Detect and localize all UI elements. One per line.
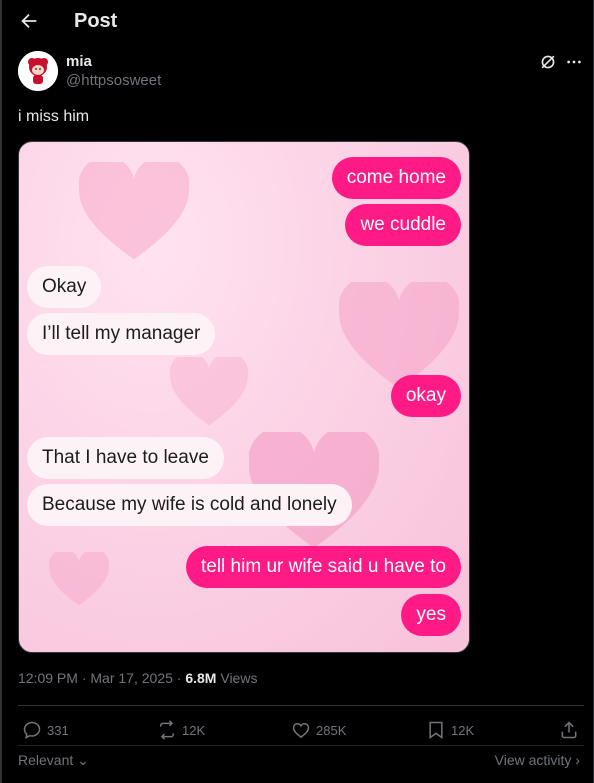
bookmark-icon <box>429 721 443 739</box>
repost-button[interactable]: 12K <box>157 720 205 740</box>
view-activity-link[interactable]: View activity › <box>495 752 580 768</box>
arrow-left-icon <box>21 13 37 29</box>
header: Post <box>0 0 594 44</box>
repost-icon <box>160 720 174 740</box>
views-label: Views <box>220 670 258 686</box>
heart-icon <box>292 723 310 738</box>
share-button[interactable] <box>559 720 584 740</box>
sort-dropdown[interactable]: Relevant ⌄ <box>18 752 89 769</box>
avatar[interactable] <box>18 51 58 91</box>
divider <box>18 705 584 706</box>
post-time[interactable]: 12:09 PM <box>18 670 78 686</box>
chat-bubble-sent: tell him ur wife said u have to <box>185 546 461 588</box>
post-text: i miss him <box>18 108 90 125</box>
more-options-icon[interactable] <box>565 53 583 71</box>
chat-bubble-received: Because my wife is cold and lonely <box>27 484 352 526</box>
author-name[interactable]: mia <box>66 53 92 70</box>
left-border <box>0 0 2 783</box>
bookmark-button[interactable]: 12K <box>426 720 474 740</box>
reply-count: 331 <box>47 722 69 738</box>
sort-label: Relevant <box>18 752 74 768</box>
divider <box>18 745 584 746</box>
back-button[interactable] <box>18 10 40 32</box>
share-icon <box>561 721 577 739</box>
chat-bubble-received: That I have to leave <box>27 437 224 479</box>
post-meta: 12:09 PM · Mar 17, 2025 · 6.8M Views <box>18 670 258 686</box>
grok-icon[interactable] <box>539 53 557 71</box>
view-activity-label: View activity <box>494 752 572 768</box>
repost-count: 12K <box>182 722 206 738</box>
chevron-down-icon: ⌄ <box>77 752 89 768</box>
chat-bubble-received: I’ll tell my manager <box>27 313 216 355</box>
like-count: 285K <box>316 722 347 738</box>
author-handle[interactable]: @httpsosweet <box>66 72 161 89</box>
chevron-right-icon: › <box>575 752 580 768</box>
bookmark-count: 12K <box>451 722 475 738</box>
post-date[interactable]: Mar 17, 2025 <box>90 670 173 686</box>
reply-button[interactable]: 331 <box>22 720 69 740</box>
like-button[interactable]: 285K <box>291 720 346 740</box>
chat-bubble-sent: yes <box>401 594 461 636</box>
post-image[interactable]: come home we cuddle Okay I’ll tell my ma… <box>18 141 470 653</box>
heart-decoration <box>79 162 189 260</box>
avatar-image <box>18 51 58 91</box>
reply-icon <box>23 721 41 739</box>
page-title: Post <box>74 10 118 32</box>
chat-bubble-sent: okay <box>390 375 461 417</box>
chat-bubble-sent: we cuddle <box>345 204 461 246</box>
chat-bubble-received: Okay <box>27 266 102 308</box>
views-count: 6.8M <box>185 670 217 686</box>
chat-bubble-sent: come home <box>331 157 461 199</box>
heart-decoration <box>169 357 249 426</box>
heart-decoration <box>49 552 109 606</box>
